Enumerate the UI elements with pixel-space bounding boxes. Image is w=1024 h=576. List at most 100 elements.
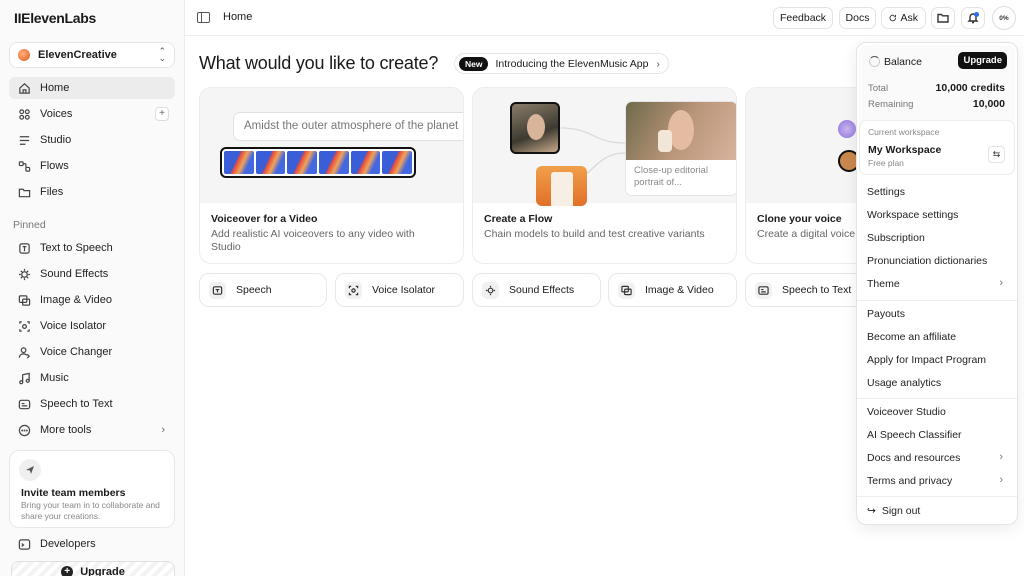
menu-item-voiceover-studio[interactable]: Voiceover Studio bbox=[867, 406, 946, 418]
sound-effects-icon bbox=[482, 281, 499, 299]
ask-button[interactable]: Ask bbox=[881, 7, 926, 29]
sidebar-item-label: Sound Effects bbox=[40, 268, 109, 280]
sidebar-item-voice-changer[interactable]: Voice Changer bbox=[9, 341, 175, 363]
image-video-icon bbox=[618, 281, 635, 299]
card-title: Voiceover for a Video bbox=[211, 213, 318, 225]
menu-item-theme[interactable]: Theme bbox=[867, 278, 900, 290]
current-workspace-panel[interactable]: Current workspace My Workspace Free plan… bbox=[859, 120, 1015, 175]
menu-item-pronunciation-dictionaries[interactable]: Pronunciation dictionaries bbox=[867, 255, 987, 267]
ask-label: Ask bbox=[900, 12, 918, 24]
feedback-button[interactable]: Feedback bbox=[773, 7, 833, 29]
tool-label: Sound Effects bbox=[509, 284, 575, 296]
invite-team-card[interactable]: Invite team members Bring your team in t… bbox=[9, 450, 175, 528]
flows-icon bbox=[17, 159, 31, 173]
chevron-right-icon: › bbox=[656, 57, 660, 70]
menu-item-settings[interactable]: Settings bbox=[867, 186, 905, 198]
tool-image-video[interactable]: Image & Video bbox=[608, 273, 737, 307]
sidebar-item-label: Voice Changer bbox=[40, 346, 113, 358]
tool-voice-isolator[interactable]: Voice Isolator bbox=[335, 273, 464, 307]
card-artwork: Amidst the outer atmosphere of the plane… bbox=[200, 88, 463, 203]
sidebar-item-developers[interactable]: Developers bbox=[9, 533, 175, 555]
tool-speech-to-text[interactable]: Speech to Text bbox=[745, 273, 874, 307]
card-title: Clone your voice bbox=[757, 213, 842, 225]
sidebar-item-home[interactable]: Home bbox=[9, 77, 175, 99]
add-voice-button[interactable]: + bbox=[155, 107, 169, 121]
voice-isolator-icon bbox=[345, 281, 362, 299]
card-description: Chain models to build and test creative … bbox=[484, 228, 705, 240]
card-flow[interactable]: Close-up editorial portrait of... Create… bbox=[472, 87, 737, 264]
card-description: Add realistic AI voiceovers to any video… bbox=[211, 228, 415, 253]
sidebar-item-flows[interactable]: Flows bbox=[9, 155, 175, 177]
switch-workspace-icon[interactable]: ⇆ bbox=[988, 146, 1005, 163]
folder-icon bbox=[17, 185, 31, 199]
account-dropdown-menu: Balance Upgrade Total 10,000 credits Rem… bbox=[856, 42, 1018, 525]
home-icon bbox=[17, 81, 31, 95]
workspace-avatar bbox=[18, 49, 30, 61]
sidebar-item-sound-effects[interactable]: Sound Effects bbox=[9, 263, 175, 285]
sidebar-item-music[interactable]: Music bbox=[9, 367, 175, 389]
tool-speech[interactable]: Speech bbox=[199, 273, 327, 307]
promo-banner[interactable]: New Introducing the ElevenMusic App › bbox=[454, 53, 669, 74]
folder-icon bbox=[937, 13, 949, 23]
menu-item-docs-resources[interactable]: Docs and resources bbox=[867, 452, 960, 464]
sidebar: IIElevenLabs ElevenCreative ⌃ ⌄ Home Voic… bbox=[0, 0, 185, 576]
plus-icon: + bbox=[61, 566, 74, 576]
menu-item-ai-speech-classifier[interactable]: AI Speech Classifier bbox=[867, 429, 962, 441]
output-preview-card: Close-up editorial portrait of... bbox=[625, 101, 736, 196]
video-filmstrip bbox=[220, 147, 416, 178]
workspace-name: My Workspace bbox=[868, 144, 942, 156]
workspace-name: ElevenCreative bbox=[38, 49, 117, 61]
sidebar-item-label: More tools bbox=[40, 424, 92, 436]
card-artwork: Close-up editorial portrait of... bbox=[473, 88, 736, 206]
upgrade-button[interactable]: Upgrade bbox=[958, 52, 1007, 69]
sidebar-item-label: Image & Video bbox=[40, 294, 112, 306]
usage-indicator[interactable]: 0% bbox=[992, 6, 1016, 30]
sidebar-toggle-icon[interactable] bbox=[197, 12, 210, 23]
sidebar-item-voices[interactable]: Voices + bbox=[9, 103, 175, 125]
menu-divider bbox=[857, 300, 1017, 301]
docs-button[interactable]: Docs bbox=[839, 7, 876, 29]
sidebar-item-voice-isolator[interactable]: Voice Isolator bbox=[9, 315, 175, 337]
sidebar-item-more-tools[interactable]: More tools › bbox=[9, 419, 175, 441]
sidebar-item-label: Home bbox=[40, 82, 70, 94]
tool-sound-effects[interactable]: Sound Effects bbox=[472, 273, 601, 307]
chevron-right-icon: › bbox=[999, 474, 1003, 486]
sidebar-item-studio[interactable]: Studio bbox=[9, 129, 175, 151]
sidebar-item-speech-to-text[interactable]: Speech to Text bbox=[9, 393, 175, 415]
remaining-label: Remaining bbox=[868, 99, 914, 110]
notifications-button[interactable] bbox=[961, 7, 985, 29]
sidebar-item-image-video[interactable]: Image & Video bbox=[9, 289, 175, 311]
ask-icon bbox=[889, 14, 896, 22]
sidebar-item-label: Music bbox=[40, 372, 69, 384]
portrait-thumbnail bbox=[510, 102, 560, 154]
page-title: What would you like to create? bbox=[199, 53, 439, 73]
sidebar-item-files[interactable]: Files bbox=[9, 181, 175, 203]
app-window: IIElevenLabs ElevenCreative ⌃ ⌄ Home Voic… bbox=[0, 0, 1024, 576]
card-voiceover[interactable]: Amidst the outer atmosphere of the plane… bbox=[199, 87, 464, 264]
sidebar-item-text-to-speech[interactable]: Text to Speech bbox=[9, 237, 175, 259]
total-label: Total bbox=[868, 83, 889, 94]
terminal-icon bbox=[17, 537, 31, 551]
menu-item-usage-analytics[interactable]: Usage analytics bbox=[867, 377, 941, 389]
menu-item-subscription[interactable]: Subscription bbox=[867, 232, 925, 244]
tool-label: Image & Video bbox=[645, 284, 714, 296]
menu-divider bbox=[857, 496, 1017, 497]
menu-item-sign-out[interactable]: ↪ Sign out bbox=[867, 505, 920, 517]
speech-to-text-icon bbox=[755, 281, 772, 299]
music-icon bbox=[17, 371, 31, 385]
balance-label: Balance bbox=[884, 56, 922, 68]
sidebar-item-label: Text to Speech bbox=[40, 242, 113, 254]
menu-item-become-affiliate[interactable]: Become an affiliate bbox=[867, 331, 956, 343]
menu-item-terms-privacy[interactable]: Terms and privacy bbox=[867, 475, 952, 487]
product-thumbnail bbox=[536, 166, 587, 206]
workspace-selector[interactable]: ElevenCreative ⌃ ⌄ bbox=[9, 42, 175, 68]
text-to-speech-icon bbox=[17, 241, 31, 255]
menu-item-payouts[interactable]: Payouts bbox=[867, 308, 905, 320]
image-video-icon bbox=[17, 293, 31, 307]
menu-item-impact-program[interactable]: Apply for Impact Program bbox=[867, 354, 986, 366]
sidebar-item-label: Voice Isolator bbox=[40, 320, 107, 332]
upgrade-button[interactable]: + Upgrade bbox=[11, 561, 175, 576]
menu-item-workspace-settings[interactable]: Workspace settings bbox=[867, 209, 958, 221]
files-button[interactable] bbox=[931, 7, 955, 29]
workspace-plan: Free plan bbox=[868, 158, 904, 168]
